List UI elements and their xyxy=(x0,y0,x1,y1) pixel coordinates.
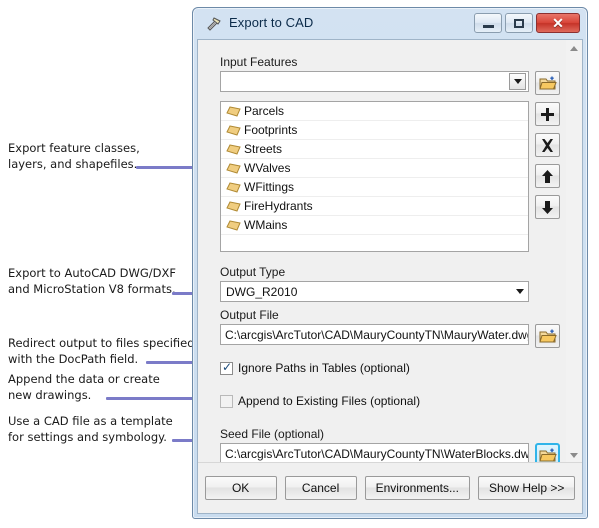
append-existing-row[interactable]: Append to Existing Files (optional) xyxy=(220,394,560,408)
check-icon: ✓ xyxy=(222,359,233,374)
polygon-feature-icon xyxy=(226,124,241,136)
polygon-feature-icon xyxy=(226,200,241,212)
scroll-up-button[interactable] xyxy=(566,40,581,56)
polygon-feature-icon xyxy=(226,143,241,155)
chevron-down-icon xyxy=(569,452,578,458)
maximize-button[interactable] xyxy=(505,13,533,33)
browse-output-file-button[interactable] xyxy=(535,324,560,348)
list-item[interactable]: Parcels xyxy=(221,102,528,121)
move-up-button[interactable] xyxy=(535,164,560,188)
open-folder-icon xyxy=(538,76,557,89)
x-icon xyxy=(542,138,553,152)
list-item-label: WValves xyxy=(244,161,291,175)
arrow-up-icon xyxy=(542,169,553,183)
output-type-combo[interactable]: DWG_R2010 xyxy=(220,281,529,302)
move-down-button[interactable] xyxy=(535,195,560,219)
input-features-listbox[interactable]: Parcels Footprints Streets WValves WFitt… xyxy=(220,101,529,252)
seed-file-row: C:\arcgis\ArcTutor\CAD\MauryCountyTN\Wat… xyxy=(220,443,560,463)
polygon-feature-icon xyxy=(226,181,241,193)
export-to-cad-dialog: Export to CAD ✕ Input Features Parcels F… xyxy=(192,7,588,519)
input-features-label: Input Features xyxy=(220,55,298,69)
chevron-down-icon xyxy=(513,79,522,84)
minimize-button[interactable] xyxy=(474,13,502,33)
list-item-label: Streets xyxy=(244,142,283,156)
output-type-label: Output Type xyxy=(220,265,286,279)
list-item-label: WMains xyxy=(244,218,288,232)
polygon-feature-icon xyxy=(226,219,241,231)
close-icon: ✕ xyxy=(552,15,564,31)
list-item[interactable]: WFittings xyxy=(221,178,528,197)
list-item[interactable]: Footprints xyxy=(221,121,528,140)
cancel-button[interactable]: Cancel xyxy=(284,476,357,500)
annotation-text-1: Export to AutoCAD DWG/DXF and MicroStati… xyxy=(8,266,176,296)
dialog-titlebar[interactable]: Export to CAD ✕ xyxy=(193,8,587,39)
input-features-toolbar xyxy=(535,71,560,219)
input-features-combo[interactable] xyxy=(220,71,529,92)
environments-button[interactable]: Environments... xyxy=(364,476,470,500)
list-item-label: Parcels xyxy=(244,104,285,118)
window-controls: ✕ xyxy=(474,13,580,33)
input-features-row: Parcels Footprints Streets WValves WFitt… xyxy=(220,71,560,252)
ok-button[interactable]: OK xyxy=(204,476,277,500)
chevron-down-icon xyxy=(515,289,524,294)
list-item[interactable]: WValves xyxy=(221,159,528,178)
dialog-footer: OK Cancel Environments... Show Help >> xyxy=(198,462,582,513)
output-type-dropdown-arrow[interactable] xyxy=(511,282,528,301)
ignore-paths-label: Ignore Paths in Tables (optional) xyxy=(238,361,410,375)
list-item[interactable]: FireHydrants xyxy=(221,197,528,216)
ignore-paths-checkbox[interactable]: ✓ xyxy=(220,359,233,375)
open-folder-icon xyxy=(538,329,557,342)
list-item-label: FireHydrants xyxy=(244,199,313,213)
maximize-icon xyxy=(514,18,524,28)
open-folder-icon xyxy=(538,448,557,461)
show-help-button[interactable]: Show Help >> xyxy=(477,476,576,500)
arrow-down-icon xyxy=(542,200,553,214)
browse-seed-file-button[interactable] xyxy=(535,443,560,463)
seed-file-input[interactable]: C:\arcgis\ArcTutor\CAD\MauryCountyTN\Wat… xyxy=(220,443,529,463)
list-item-label: Footprints xyxy=(244,123,298,137)
remove-feature-button[interactable] xyxy=(535,133,560,157)
chevron-up-icon xyxy=(569,45,578,51)
minimize-icon xyxy=(482,24,494,28)
annotation-leader-0 xyxy=(136,166,196,169)
dialog-content: Input Features Parcels Footprints Street… xyxy=(198,40,566,463)
polygon-feature-icon xyxy=(226,162,241,174)
output-file-row: C:\arcgis\ArcTutor\CAD\MauryCountyTN\Mau… xyxy=(220,324,560,348)
output-type-value: DWG_R2010 xyxy=(226,284,298,299)
output-file-input[interactable]: C:\arcgis\ArcTutor\CAD\MauryCountyTN\Mau… xyxy=(220,324,529,345)
annotation-text-4: Use a CAD file as a template for setting… xyxy=(8,414,173,444)
polygon-feature-icon xyxy=(226,105,241,117)
dialog-title: Export to CAD xyxy=(229,15,314,30)
list-item-label: WFittings xyxy=(244,180,295,194)
dialog-body: Input Features Parcels Footprints Street… xyxy=(197,39,583,514)
close-button[interactable]: ✕ xyxy=(536,13,580,33)
input-features-dropdown-arrow[interactable] xyxy=(509,73,526,90)
append-existing-checkbox[interactable] xyxy=(220,394,233,408)
browse-input-features-button[interactable] xyxy=(535,71,560,95)
append-existing-label: Append to Existing Files (optional) xyxy=(238,394,421,408)
content-scrollbar[interactable] xyxy=(565,40,582,463)
seed-file-label: Seed File (optional) xyxy=(220,427,325,441)
plus-icon xyxy=(541,107,554,121)
list-item[interactable]: WMains xyxy=(221,216,528,235)
list-item[interactable]: Streets xyxy=(221,140,528,159)
hammer-tool-icon xyxy=(205,15,223,33)
scroll-down-button[interactable] xyxy=(566,447,581,463)
output-file-label: Output File xyxy=(220,308,279,322)
add-feature-button[interactable] xyxy=(535,102,560,126)
ignore-paths-row[interactable]: ✓ Ignore Paths in Tables (optional) xyxy=(220,359,560,375)
